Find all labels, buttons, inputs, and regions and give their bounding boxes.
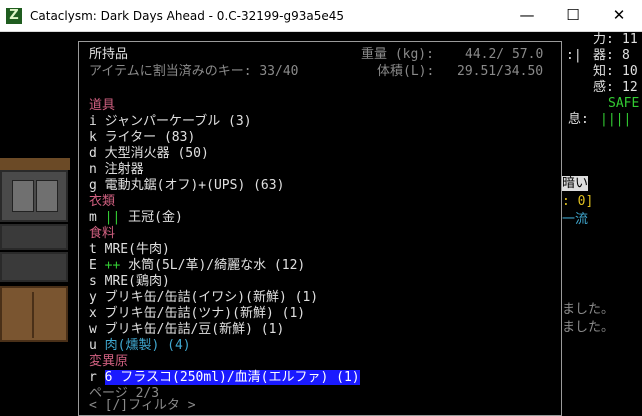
item-hotkey: n [89,162,105,177]
safe-mode-indicator: SAFE [608,96,640,111]
status-counter: : 0] [562,194,594,209]
inventory-item[interactable]: x ブリキ缶/缶詰(ツナ)(新鮮) (1) [89,306,305,322]
lighting-status: 暗い [562,176,589,191]
window-title: Cataclysm: Dark Days Ahead - 0.C-32199-g… [30,9,344,23]
bar-mark: :| [566,48,582,63]
item-name: 肉(燻製) (4) [104,338,191,353]
inventory-item[interactable]: d 大型消火器 (50) [89,146,209,162]
item-hotkey: m [89,210,105,225]
item-hotkey: y [89,290,105,305]
stat-value-per: 12 [622,80,638,95]
inventory-category: 衣類 [89,194,116,209]
inventory-item[interactable]: i ジャンパーケーブル (3) [89,114,252,130]
metal-door-tile [0,170,68,222]
message-log-line: ました。 [562,302,615,317]
volume-label: 体積(L): [377,64,435,79]
inventory-category: 食料 [89,226,116,241]
inventory-item[interactable]: s MRE(鶏肉) [89,274,170,290]
item-hotkey: x [89,306,105,321]
item-hotkey: w [89,322,105,337]
filter-prompt[interactable]: < [/]フィルタ > [89,398,196,414]
inventory-category: 変異原 [89,354,129,369]
item-label: ブリキ缶/缶詰/豆(新鮮) (1) [105,322,285,337]
item-label: ++ 水筒(5L/革)/綺麗な水 (12) [105,258,306,273]
inventory-item[interactable]: r 6 フラスコ(250ml)/血清(エルファ) (1) [89,370,360,386]
focus-bar: |||| [600,112,632,127]
item-name: MRE(牛肉) [104,242,170,257]
item-name: ブリキ缶/缶詰(ツナ)(新鮮) (1) [104,306,306,321]
item-hotkey: E [89,258,105,273]
inventory-title: 所持品 [89,47,129,62]
item-name: 王冠(金) [128,210,183,225]
assigned-keys-count: アイテムに割当済みのキー: 33/40 [89,64,299,79]
stat-label-str: 力: [593,32,614,47]
stat-label-per: 感: [593,80,614,95]
item-label: MRE(鶏肉) [105,274,170,289]
maximize-button[interactable]: ☐ [550,0,596,31]
inventory-item[interactable]: w ブリキ缶/缶詰/豆(新鮮) (1) [89,322,284,338]
brick-wall-tile [0,252,68,282]
item-name: ブリキ缶/缶詰/豆(新鮮) (1) [104,322,285,337]
item-name: ブリキ缶/缶詰(イワシ)(新鮮) (1) [104,290,319,305]
stat-value-int: 10 [622,64,638,79]
inventory-item[interactable]: n 注射器 [89,162,144,178]
message-log-line: ました。 [562,320,615,335]
inventory-category: 道具 [89,98,116,113]
item-name: MRE(鶏肉) [104,274,170,289]
item-label: || 王冠(金) [105,210,183,225]
item-label: 肉(燻製) (4) [105,338,191,353]
item-name: 6 フラスコ(250ml)/血清(エルファ) (1) [104,370,360,385]
item-label: ライター (83) [105,130,196,145]
stat-label-dex: 器: [593,48,614,63]
item-label: ブリキ缶/缶詰(ツナ)(新鮮) (1) [105,306,305,321]
item-hotkey: i [89,114,105,129]
volume-value: 29.51/34.50 [457,64,544,79]
inventory-item[interactable]: E ++ 水筒(5L/革)/綺麗な水 (12) [89,258,305,274]
window-titlebar: Z Cataclysm: Dark Days Ahead - 0.C-32199… [0,0,642,32]
inventory-item[interactable]: u 肉(燻製) (4) [89,338,191,354]
inventory-window: 所持品 アイテムに割当済みのキー: 33/40 重量 (kg): 44.2/ 5… [78,41,562,416]
item-label: MRE(牛肉) [105,242,170,257]
item-label: ブリキ缶/缶詰(イワシ)(新鮮) (1) [105,290,318,305]
item-label: ジャンパーケーブル (3) [105,114,252,129]
inventory-item[interactable]: y ブリキ缶/缶詰(イワシ)(新鮮) (1) [89,290,318,306]
inventory-item[interactable]: t MRE(牛肉) [89,242,170,258]
item-label: 6 フラスコ(250ml)/血清(エルファ) (1) [104,370,360,385]
item-hotkey: s [89,274,105,289]
weight-value: 44.2/ 57.0 [465,47,544,62]
style-text: 一流 [562,212,589,227]
minimize-button[interactable]: — [504,0,550,31]
item-hotkey: k [89,130,105,145]
item-label: 大型消火器 (50) [105,146,209,161]
item-hotkey: r [89,370,105,385]
item-name: 電動丸鋸(オフ)+(UPS) (63) [104,178,285,193]
game-viewport: :| 力: 11 器: 8 知: 10 感: 12 SAFE 息: |||| 暗… [0,32,642,416]
item-name: 大型消火器 (50) [104,146,209,161]
stat-label-int: 知: [593,64,614,79]
item-hotkey: t [89,242,105,257]
inventory-item[interactable]: m || 王冠(金) [89,210,183,226]
focus-label: 息: [568,112,589,127]
item-hotkey: u [89,338,105,353]
weight-label: 重量 (kg): [361,47,434,62]
wooden-wall-tile [0,158,70,170]
item-status-marker: ++ [104,258,129,273]
item-hotkey: g [89,178,105,193]
item-label: 注射器 [105,162,144,177]
stat-value-dex: 8 [622,48,630,63]
wooden-door-tile [0,286,68,342]
item-name: ライター (83) [104,130,196,145]
item-name: ジャンパーケーブル (3) [104,114,252,129]
stat-value-str: 11 [622,32,638,47]
item-label: 電動丸鋸(オフ)+(UPS) (63) [105,178,285,193]
item-name: 水筒(5L/革)/綺麗な水 (12) [128,258,306,273]
item-hotkey: d [89,146,105,161]
brick-wall-tile [0,224,68,250]
item-status-marker: || [104,210,129,225]
inventory-item[interactable]: k ライター (83) [89,130,195,146]
item-name: 注射器 [104,162,144,177]
close-button[interactable]: ✕ [596,0,642,31]
inventory-item[interactable]: g 電動丸鋸(オフ)+(UPS) (63) [89,178,284,194]
app-icon: Z [6,8,22,24]
